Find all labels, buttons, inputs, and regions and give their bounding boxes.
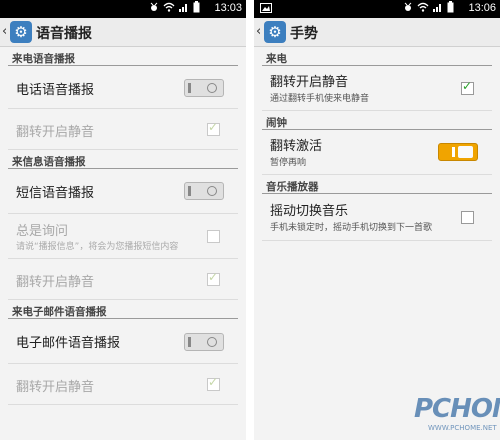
setting-label: 翻转开启静音 [16,275,95,290]
settings-gear-icon[interactable]: ⚙ [10,21,32,43]
check-icon: ✓ [462,79,473,93]
status-bar: 13:06 [254,0,500,18]
setting-row-sms-ask: 总是询问 请说“播报信息”，将会为您播报短信内容 [8,214,238,259]
watermark-url: WWW.PCHOME.NET [428,424,497,432]
sms-voice-toggle[interactable] [184,182,224,200]
back-icon[interactable]: ‹ [256,24,261,39]
setting-row-flip-mute[interactable]: 翻转开启静音 通过翻转手机使来电静音 ✓ [262,66,492,111]
status-bar: 13:03 [0,0,246,18]
section-header-call: 来电语音播报 [8,47,238,66]
email-voice-toggle[interactable] [184,333,224,351]
setting-row-flip-activate[interactable]: 翻转激活 暂停再响 [262,130,492,175]
sms-flip-checkbox: ✓ [207,270,220,286]
gesture-screen: 13:06 ‹ ⚙ 手势 来电 翻转开启静音 通过翻转手机使来电静音 ✓ 闹钟 … [254,0,500,440]
setting-summary: 通过翻转手机使来电静音 [270,94,370,104]
page-title: 手势 [290,26,318,42]
setting-label: 总是询问 [16,224,69,239]
setting-row-call-voice[interactable]: 电话语音播报 [8,66,238,109]
signal-icon [179,4,187,12]
back-icon[interactable]: ‹ [2,24,7,39]
clock: 13:03 [214,2,242,14]
section-header-incoming: 来电 [262,47,492,66]
setting-label: 翻转开启静音 [270,75,349,90]
clock: 13:06 [468,2,496,14]
section-header-music: 音乐播放器 [262,175,492,194]
email-flip-checkbox: ✓ [207,375,220,391]
section-header-email: 来电子邮件语音播报 [8,300,238,319]
section-header-alarm: 闹钟 [262,111,492,130]
section-header-sms: 来信息语音播报 [8,150,238,169]
setting-label: 翻转开启静音 [16,125,95,140]
wifi-icon [417,2,429,12]
voice-broadcast-screen: 13:03 ‹ ⚙ 语音播报 来电语音播报 电话语音播报 翻转开启静音 ✓ 来信… [0,0,246,440]
flip-activate-toggle[interactable] [438,143,478,161]
battery-icon [193,1,200,13]
signal-icon [433,4,441,12]
action-bar[interactable]: ‹ ⚙ 手势 [254,18,500,47]
setting-summary: 暂停再响 [270,158,307,168]
setting-row-shake-switch[interactable]: 摇动切换音乐 手机未锁定时，摇动手机切换到下一首歌 [262,194,492,241]
setting-label: 翻转激活 [270,139,323,154]
bug-icon [150,2,158,11]
check-icon: ✓ [208,270,219,284]
setting-summary: 手机未锁定时，摇动手机切换到下一首歌 [270,223,433,233]
setting-label: 翻转开启静音 [16,380,95,395]
sms-ask-checkbox [207,230,220,243]
setting-row-call-flip: 翻转开启静音 ✓ [8,109,238,150]
setting-row-email-voice[interactable]: 电子邮件语音播报 [8,319,238,364]
setting-summary: 请说“播报信息”，将会为您播报短信内容 [16,242,179,252]
bug-icon [404,2,412,11]
check-icon: ✓ [208,120,219,134]
call-voice-toggle[interactable] [184,79,224,97]
gallery-notification-icon [260,3,272,13]
setting-row-sms-flip: 翻转开启静音 ✓ [8,259,238,300]
wifi-icon [163,2,175,12]
setting-row-sms-voice[interactable]: 短信语音播报 [8,169,238,214]
setting-label: 电子邮件语音播报 [16,336,121,351]
check-icon: ✓ [208,375,219,389]
battery-icon [447,1,454,13]
setting-label: 摇动切换音乐 [270,204,349,219]
pchome-watermark-logo: PCHOME WWW.PCHOME.NET [410,394,500,438]
shake-switch-checkbox[interactable] [461,211,474,224]
page-title: 语音播报 [36,26,92,42]
flip-mute-checkbox[interactable]: ✓ [461,79,474,95]
status-icons [403,1,454,13]
setting-label: 电话语音播报 [16,83,95,98]
status-icons [149,1,200,13]
setting-row-email-flip: 翻转开启静音 ✓ [8,364,238,405]
action-bar[interactable]: ‹ ⚙ 语音播报 [0,18,246,47]
setting-label: 短信语音播报 [16,186,95,201]
call-flip-checkbox: ✓ [207,120,220,136]
settings-gear-icon[interactable]: ⚙ [264,21,286,43]
watermark-brand: PCHOME [414,394,500,424]
